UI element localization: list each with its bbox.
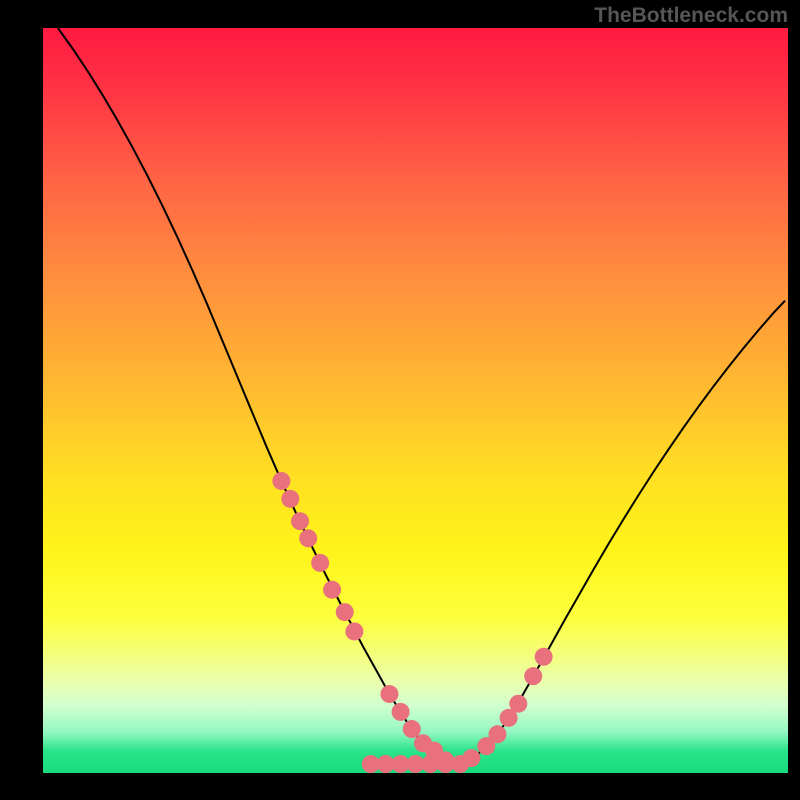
data-marker (436, 751, 454, 769)
data-marker (392, 703, 410, 721)
data-marker (535, 648, 553, 666)
data-marker (311, 554, 329, 572)
data-marker (299, 529, 317, 547)
data-marker (403, 720, 421, 738)
data-marker (336, 603, 354, 621)
gradient-background (43, 28, 788, 773)
data-marker (281, 490, 299, 508)
plot-area (43, 28, 788, 773)
watermark-text: TheBottleneck.com (594, 4, 788, 28)
data-marker (488, 725, 506, 743)
data-marker (524, 667, 542, 685)
bottleneck-chart (43, 28, 788, 773)
data-marker (272, 472, 290, 490)
data-marker (323, 581, 341, 599)
data-marker (462, 749, 480, 767)
data-marker (509, 695, 527, 713)
data-marker (291, 512, 309, 530)
data-marker (380, 685, 398, 703)
chart-frame: TheBottleneck.com (0, 0, 800, 800)
data-marker (345, 622, 363, 640)
